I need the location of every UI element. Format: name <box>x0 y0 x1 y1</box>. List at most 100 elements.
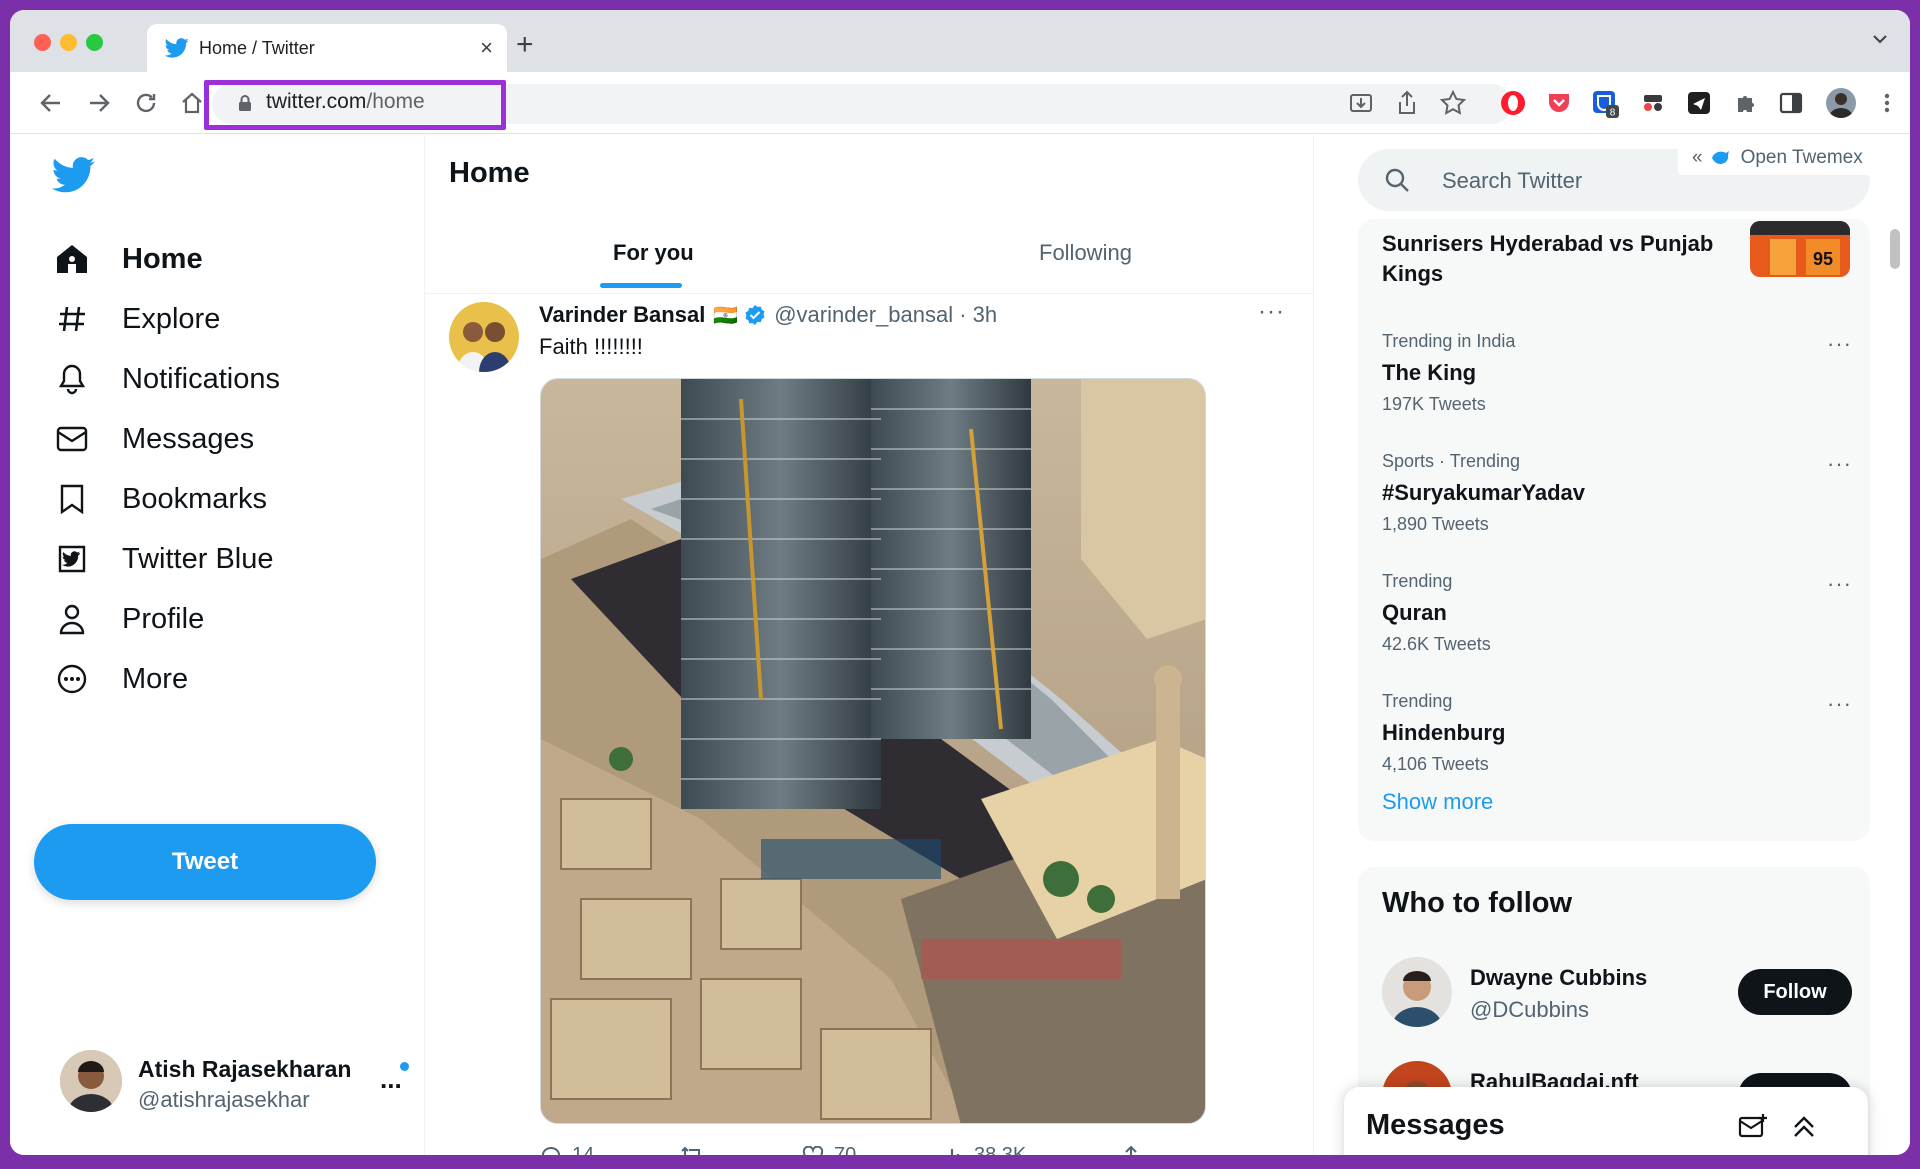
tab-close-icon[interactable]: × <box>480 35 493 61</box>
nav-profile[interactable]: Profile <box>52 592 204 646</box>
trend-topic: #SuryakumarYadav <box>1382 480 1586 505</box>
trend-more-icon[interactable]: ··· <box>1827 331 1852 357</box>
search-icon <box>1385 168 1409 192</box>
side-panel-icon[interactable] <box>1776 88 1806 118</box>
trend-count: 197K Tweets <box>1382 394 1486 414</box>
account-switcher[interactable]: Atish Rajasekharan @atishrajasekhar ... <box>50 1050 410 1116</box>
views-count: 38.3K <box>974 1144 1027 1155</box>
twitter-page: Home Explore Notifications Messages Book… <box>10 135 1910 1155</box>
extension-badge: 8 <box>1610 108 1616 119</box>
incognito-extension-icon[interactable] <box>1638 88 1668 118</box>
scrollbar-thumb[interactable] <box>1890 229 1900 269</box>
tweet-photo[interactable] <box>540 378 1206 1124</box>
share-tweet-button[interactable] <box>1120 1144 1142 1155</box>
tweet-actions: 14 70 38.3K <box>540 1144 1180 1155</box>
suggestion-name[interactable]: Dwayne Cubbins <box>1470 965 1647 991</box>
notification-dot <box>400 1062 409 1071</box>
trend-item[interactable]: Trending Quran 42.6K Tweets ··· <box>1382 571 1852 655</box>
nav-twitter-blue[interactable]: Twitter Blue <box>52 532 274 586</box>
author-avatar-icon <box>449 302 519 372</box>
reload-icon[interactable] <box>134 91 158 115</box>
kebab-menu-icon[interactable] <box>1872 88 1902 118</box>
url-text[interactable]: twitter.com/home <box>266 90 425 114</box>
star-bookmark-icon[interactable] <box>1438 88 1468 118</box>
tab-following[interactable]: Following <box>1039 240 1132 266</box>
url-host: twitter.com <box>266 90 367 113</box>
nav-home[interactable]: Home <box>52 232 203 286</box>
trend-partial-title[interactable]: Sunrisers Hyderabad vs Punjab Kings <box>1382 229 1722 289</box>
new-tab-button[interactable]: + <box>516 30 534 60</box>
trend-topic: Hindenburg <box>1382 720 1506 745</box>
trend-context: Trending in India <box>1382 331 1516 351</box>
tweet-header: Varinder Bansal 🇮🇳 @varinder_bansal · 3h <box>539 302 997 328</box>
twitter-logo-icon[interactable] <box>52 157 96 193</box>
pocket-extension-icon[interactable] <box>1544 88 1574 118</box>
tweet-button[interactable]: Tweet <box>34 824 376 900</box>
heart-icon <box>802 1145 824 1155</box>
tweet-card[interactable]: Varinder Bansal 🇮🇳 @varinder_bansal · 3h… <box>425 294 1313 1155</box>
trend-context: Trending <box>1382 571 1453 591</box>
retweet-button[interactable] <box>680 1144 704 1155</box>
nav-notifications[interactable]: Notifications <box>52 352 280 406</box>
messages-drawer[interactable]: Messages <box>1344 1087 1868 1155</box>
trend-topic: Quran <box>1382 600 1447 625</box>
account-name: Atish Rajasekharan <box>138 1056 352 1082</box>
install-app-icon[interactable] <box>1346 88 1376 118</box>
views-chart-icon <box>950 1148 960 1155</box>
tweet-handle-time: @varinder_bansal · 3h <box>774 302 998 327</box>
bookmark-icon <box>60 484 84 515</box>
tab-for-you[interactable]: For you <box>613 240 694 266</box>
trend-thumbnail[interactable]: 95 <box>1750 221 1850 277</box>
bitwarden-extension-icon[interactable]: 8 <box>1590 88 1620 118</box>
show-more-link[interactable]: Show more <box>1382 789 1493 815</box>
tweet-more-icon[interactable]: ··· <box>1258 298 1285 326</box>
tab-search-chevron-icon[interactable] <box>1872 34 1888 44</box>
forward-arrow-icon[interactable] <box>88 93 110 113</box>
like-button[interactable]: 70 <box>802 1144 856 1155</box>
tab-title: Home / Twitter <box>199 38 315 58</box>
nav-label: Bookmarks <box>122 482 268 515</box>
tweet-author-name[interactable]: Varinder Bansal <box>539 302 705 328</box>
trend-item[interactable]: Trending Hindenburg 4,106 Tweets ··· <box>1382 691 1852 775</box>
hashtag-icon <box>59 306 85 332</box>
follow-button[interactable]: Follow <box>1738 969 1852 1015</box>
account-more-icon[interactable]: ... <box>380 1064 402 1095</box>
person-icon <box>59 604 85 635</box>
tweet-author-avatar[interactable] <box>449 302 519 372</box>
trend-more-icon[interactable]: ··· <box>1827 691 1852 717</box>
browser-tab-home[interactable]: Home / Twitter × <box>147 24 507 72</box>
send-extension-icon[interactable] <box>1684 88 1714 118</box>
minimize-window-button[interactable] <box>60 34 77 51</box>
open-twemex-button[interactable]: « Open Twemex <box>1678 141 1878 175</box>
maximize-window-button[interactable] <box>86 34 103 51</box>
back-arrow-icon[interactable] <box>40 93 62 113</box>
reply-button[interactable]: 14 <box>540 1144 594 1155</box>
trend-count: 4,106 Tweets <box>1382 754 1489 774</box>
new-message-icon[interactable] <box>1738 1113 1768 1141</box>
follow-suggestion[interactable]: Dwayne Cubbins @DCubbins Follow <box>1382 957 1852 1029</box>
expand-chevrons-icon[interactable] <box>1790 1113 1818 1141</box>
puzzle-extensions-icon[interactable] <box>1730 88 1760 118</box>
home-browser-icon[interactable] <box>180 91 204 115</box>
reply-icon <box>541 1146 561 1155</box>
trend-item[interactable]: Sports · Trending #SuryakumarYadav 1,890… <box>1382 451 1852 535</box>
svg-text:95: 95 <box>1813 249 1833 269</box>
user-avatar-icon <box>60 1050 122 1112</box>
nav-more[interactable]: More <box>52 652 188 706</box>
suggestion-avatar[interactable] <box>1382 957 1452 1027</box>
opera-extension-icon[interactable] <box>1498 88 1528 118</box>
trend-more-icon[interactable]: ··· <box>1827 451 1852 477</box>
trend-count: 1,890 Tweets <box>1382 514 1489 534</box>
nav-bookmarks[interactable]: Bookmarks <box>52 472 267 526</box>
trend-item[interactable]: Trending in India The King 197K Tweets ·… <box>1382 331 1852 415</box>
close-window-button[interactable] <box>34 34 51 51</box>
trend-more-icon[interactable]: ··· <box>1827 571 1852 597</box>
main-feed: Home For you Following Varinder Bansal 🇮… <box>424 135 1314 1155</box>
trend-context: Trending <box>1382 691 1453 711</box>
views-button[interactable]: 38.3K <box>942 1144 1026 1155</box>
nav-messages[interactable]: Messages <box>52 412 254 466</box>
nav-explore[interactable]: Explore <box>52 292 220 346</box>
share-icon[interactable] <box>1392 88 1422 118</box>
profile-avatar[interactable] <box>1826 88 1856 118</box>
nav-label: Notifications <box>122 362 280 395</box>
